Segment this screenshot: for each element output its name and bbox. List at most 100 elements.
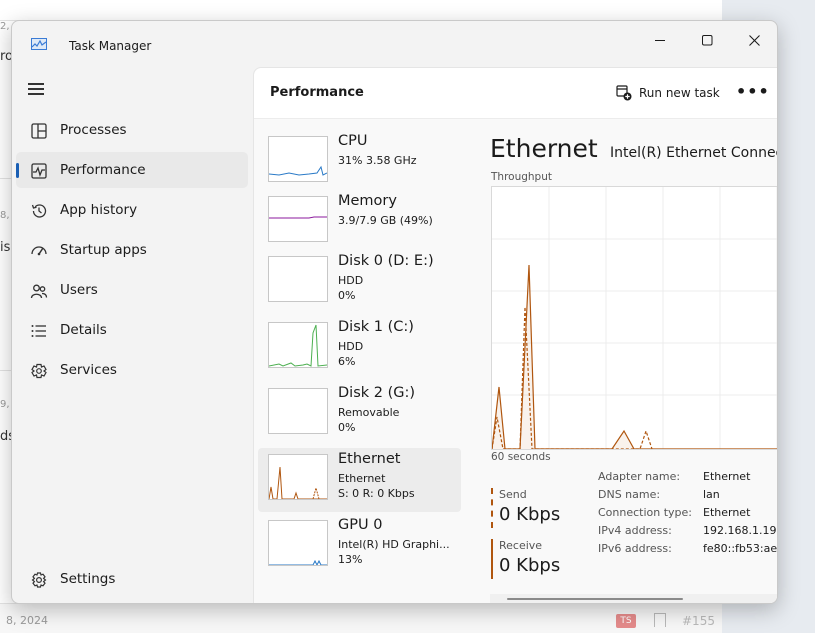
maximize-icon xyxy=(701,34,712,45)
device-item-ethernet[interactable]: Ethernet Ethernet S: 0 R: 0 Kbps xyxy=(258,448,461,512)
background-fragment: 8, xyxy=(0,210,10,221)
throughput-label: Throughput xyxy=(491,171,552,183)
sidebar-item-label: Processes xyxy=(60,122,127,138)
device-type: Ethernet xyxy=(338,472,386,485)
property-value: Ethernet xyxy=(703,470,751,483)
page-title: Performance xyxy=(270,85,364,100)
device-name: Disk 1 (C:) xyxy=(338,319,414,335)
sidebar-item-processes[interactable]: Processes xyxy=(16,112,248,148)
startup-icon xyxy=(31,246,47,256)
background-fragment: 9, xyxy=(0,399,10,410)
close-button[interactable] xyxy=(731,25,777,55)
background-fragment: is xyxy=(0,240,11,255)
receive-value: 0 Kbps xyxy=(499,555,561,576)
sidebar-item-label: Services xyxy=(60,362,117,378)
title-bar[interactable]: Task Manager xyxy=(12,21,777,61)
ethernet-detail: Ethernet Intel(R) Ethernet Connec Throug… xyxy=(490,118,778,603)
disk-1-thumbnail xyxy=(268,322,328,368)
device-name: Ethernet xyxy=(338,451,401,467)
disk-1-sparkline xyxy=(269,324,327,367)
device-item-disk-1[interactable]: Disk 1 (C:) HDD 6% xyxy=(258,316,461,380)
device-name: CPU xyxy=(338,133,368,149)
sidebar-item-users[interactable]: Users xyxy=(16,272,248,308)
active-indicator xyxy=(16,163,19,178)
device-item-memory[interactable]: Memory 3.9/7.9 GB (49%) xyxy=(258,190,461,254)
send-series-line xyxy=(491,306,653,450)
disk-0-thumbnail xyxy=(268,256,328,302)
horizontal-scrollbar[interactable] xyxy=(490,594,777,603)
sidebar-item-details[interactable]: Details xyxy=(16,312,248,348)
property-value: 192.168.1.196 xyxy=(703,524,778,537)
property-value: Ethernet xyxy=(703,506,751,519)
send-value: 0 Kbps xyxy=(499,504,561,525)
device-stat: 3.9/7.9 GB (49%) xyxy=(338,214,433,227)
gpu-sparkline xyxy=(269,559,327,565)
hamburger-line xyxy=(28,88,44,90)
gear-icon xyxy=(31,572,47,588)
ethernet-thumbnail xyxy=(268,454,328,500)
background-footer: 8, 2024 TS #155 xyxy=(0,603,722,633)
device-stat: 0% xyxy=(338,421,356,434)
hamburger-line xyxy=(28,93,44,95)
throughput-graph-canvas xyxy=(491,187,777,450)
property-key: Adapter name: xyxy=(598,470,681,483)
sidebar-item-services[interactable]: Services xyxy=(16,352,248,388)
send-label: Send xyxy=(499,488,527,501)
receive-label: Receive xyxy=(499,539,543,552)
run-task-label: Run new task xyxy=(639,86,720,100)
performance-icon xyxy=(31,163,47,179)
send-legend-line xyxy=(491,488,493,528)
minimize-button[interactable] xyxy=(637,25,683,55)
device-name: Disk 0 (D: E:) xyxy=(338,253,434,269)
sidebar-item-startup-apps[interactable]: Startup apps xyxy=(16,232,248,268)
run-new-task-button[interactable]: Run new task xyxy=(614,78,720,108)
background-date: 8, 2024 xyxy=(6,614,48,627)
property-value: lan xyxy=(703,488,720,501)
device-name: GPU 0 xyxy=(338,517,383,533)
device-name: Memory xyxy=(338,193,397,209)
adapter-description: Intel(R) Ethernet Connec xyxy=(610,145,778,161)
memory-thumbnail xyxy=(268,196,328,242)
bookmark-icon xyxy=(654,613,666,627)
device-item-cpu[interactable]: CPU 31% 3.58 GHz xyxy=(258,130,461,194)
minimize-icon xyxy=(654,39,665,41)
device-item-disk-0[interactable]: Disk 0 (D: E:) HDD 0% xyxy=(258,250,461,314)
close-icon xyxy=(748,34,760,46)
sidebar-item-app-history[interactable]: App history xyxy=(16,192,248,228)
device-stat: 6% xyxy=(338,355,356,368)
property-key: IPv6 address: xyxy=(598,542,672,555)
receive-stat: Receive 0 Kbps xyxy=(491,539,581,579)
scrollbar-thumb[interactable] xyxy=(507,598,683,600)
disk-2-thumbnail xyxy=(268,388,328,434)
sidebar-item-label: App history xyxy=(60,202,138,218)
property-key: IPv4 address: xyxy=(598,524,672,537)
background-number: #155 xyxy=(682,614,715,628)
property-key: Connection type: xyxy=(598,506,693,519)
gpu-thumbnail xyxy=(268,520,328,566)
task-manager-window: Task Manager Processes Performance App h… xyxy=(11,20,778,604)
performance-panel: Performance Run new task ••• CPU 31% 3.5… xyxy=(253,67,778,603)
sidebar-item-performance[interactable]: Performance xyxy=(16,152,248,188)
page-header: Performance Run new task ••• xyxy=(254,68,777,119)
run-task-icon xyxy=(616,85,632,101)
ethernet-sparkline xyxy=(269,466,327,499)
receive-legend-line xyxy=(491,539,493,579)
property-key: DNS name: xyxy=(598,488,661,501)
task-manager-app-icon xyxy=(31,38,47,50)
throughput-graph xyxy=(491,186,777,450)
device-item-disk-2[interactable]: Disk 2 (G:) Removable 0% xyxy=(258,382,461,446)
sidebar-item-label: Performance xyxy=(60,162,146,178)
sidebar-item-label: Settings xyxy=(60,571,116,587)
device-stat: 13% xyxy=(338,553,363,566)
device-type: HDD xyxy=(338,274,364,287)
more-options-button[interactable]: ••• xyxy=(736,82,769,102)
device-stat: 31% 3.58 GHz xyxy=(338,154,417,167)
sidebar-item-settings[interactable]: Settings xyxy=(16,561,248,597)
maximize-button[interactable] xyxy=(684,25,730,55)
users-icon xyxy=(30,284,48,299)
device-item-gpu-0[interactable]: GPU 0 Intel(R) HD Graphi... 13% xyxy=(258,514,461,578)
hamburger-menu-button[interactable] xyxy=(28,81,46,95)
cpu-thumbnail xyxy=(268,136,328,182)
window-title: Task Manager xyxy=(69,39,152,53)
device-type: Removable xyxy=(338,406,400,419)
